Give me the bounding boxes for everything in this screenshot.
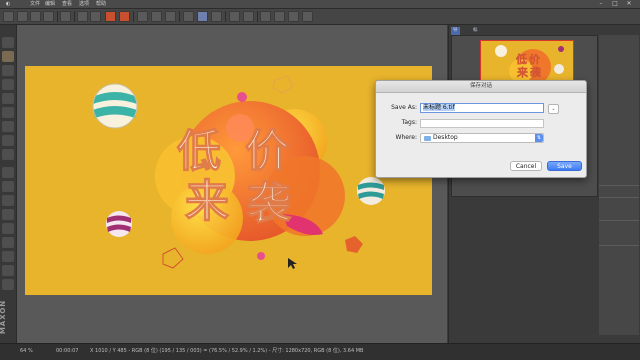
render-region-icon[interactable] — [105, 11, 116, 22]
title-char-2: 价 — [245, 126, 289, 177]
folder-icon — [424, 136, 431, 141]
maximize-icon[interactable]: □ — [610, 1, 620, 7]
tool-snap-icon[interactable] — [2, 223, 14, 234]
grid-icon[interactable] — [183, 11, 194, 22]
tool-array-icon[interactable] — [2, 93, 14, 104]
save-icon[interactable] — [30, 11, 41, 22]
tool-pen-icon[interactable] — [2, 65, 14, 76]
zoom-level[interactable]: 64 % — [20, 347, 33, 355]
export-icon[interactable] — [260, 11, 271, 22]
title-char-4: 袭 — [247, 178, 292, 229]
save-button[interactable]: Save — [547, 161, 582, 171]
tool-select-icon[interactable] — [2, 167, 14, 178]
save-as-label: Save As: — [391, 104, 417, 111]
gem-orange — [345, 236, 363, 253]
where-value: Desktop — [433, 134, 458, 141]
tool-axis-icon[interactable] — [2, 237, 14, 248]
tool-light-icon[interactable] — [2, 149, 14, 160]
chevron-down-icon: ⌄ — [551, 106, 556, 112]
close-icon[interactable]: ✕ — [624, 1, 634, 7]
striped-ball-teal — [92, 83, 138, 129]
filename-input[interactable]: 未标题 6.tif — [420, 103, 544, 113]
thumb-char-4: 袭 — [529, 65, 542, 79]
filter-icon[interactable] — [243, 11, 254, 22]
tab-navigator[interactable]: 导航器 — [451, 27, 460, 49]
tab-markers[interactable]: 标识 — [471, 27, 480, 41]
save-dialog: 保存对话 Save As: 未标题 6.tif ⌄ Tags: Where: D… — [375, 80, 587, 178]
wire-shape-left — [162, 247, 184, 269]
render-active-icon[interactable] — [119, 11, 130, 22]
tool-cube-icon[interactable] — [2, 51, 14, 62]
menu-bar: ◐ 文件 编辑 查看 选项 帮助 – □ ✕ — [0, 0, 640, 9]
left-toolbar: MAXON — [0, 25, 17, 343]
tags-label: Tags: — [401, 119, 417, 126]
cancel-button[interactable]: Cancel — [510, 161, 542, 171]
tool-camera-icon[interactable] — [2, 135, 14, 146]
menu-options[interactable]: 选项 — [79, 0, 89, 8]
striped-ball-right — [357, 177, 385, 205]
tool-move-icon[interactable] — [2, 37, 14, 48]
thumb-char-3: 来 — [516, 65, 529, 79]
play-icon[interactable] — [77, 11, 88, 22]
tool-lock-icon[interactable] — [2, 265, 14, 276]
menu-edit[interactable]: 编辑 — [45, 0, 55, 8]
filename-value: 未标题 6.tif — [423, 104, 455, 111]
small-ball-pink-top — [237, 92, 247, 102]
small-ball-pink-bottom — [257, 252, 265, 260]
render-icon[interactable] — [60, 11, 71, 22]
new-file-icon[interactable] — [3, 11, 14, 22]
help-icon[interactable] — [302, 11, 313, 22]
render-artwork: 低 价 来 袭 — [92, 75, 385, 269]
history-panel — [599, 35, 639, 335]
title-char-1: 低 — [177, 126, 221, 177]
layers-icon[interactable] — [211, 11, 222, 22]
toolbar — [0, 9, 640, 25]
thumb-char-2: 价 — [529, 53, 541, 66]
snapshot-icon[interactable] — [151, 11, 162, 22]
tool-deform-icon[interactable] — [2, 107, 14, 118]
where-select[interactable]: Desktop ⇅ — [420, 133, 544, 143]
title-char-3: 来 — [185, 176, 229, 227]
right-panel: 导航器 标识 低 价 来 袭 — [448, 25, 640, 343]
app-icon[interactable]: ◐ — [6, 0, 10, 8]
where-label: Where: — [395, 134, 417, 141]
info-icon[interactable] — [288, 11, 299, 22]
minimize-icon[interactable]: – — [596, 1, 606, 7]
channel-icon[interactable] — [229, 11, 240, 22]
tool-subdiv-icon[interactable] — [2, 79, 14, 90]
menu-file[interactable]: 文件 — [30, 0, 40, 8]
menu-view[interactable]: 查看 — [62, 0, 72, 8]
tool-polygons-icon[interactable] — [2, 209, 14, 220]
select-arrows-icon: ⇅ — [535, 134, 543, 142]
open-folder-icon[interactable] — [17, 11, 28, 22]
tags-input[interactable] — [420, 119, 544, 128]
thumb-char-1: 低 — [515, 52, 527, 66]
view-mode-icon[interactable] — [197, 11, 208, 22]
striped-ball-purple — [106, 211, 132, 237]
settings-icon[interactable] — [274, 11, 285, 22]
tool-points-icon[interactable] — [2, 181, 14, 192]
tool-edges-icon[interactable] — [2, 195, 14, 206]
render-canvas[interactable]: 低 价 来 袭 — [25, 66, 432, 295]
tool-workplane-icon[interactable] — [2, 251, 14, 262]
render-time: 00:00:07 — [56, 348, 79, 354]
menu-help[interactable]: 帮助 — [96, 0, 106, 8]
pixel-info: X 1010 / Y 485 - RGB (8 位) (195 / 135 / … — [90, 348, 364, 354]
history-icon[interactable] — [165, 11, 176, 22]
expand-dialog-button[interactable]: ⌄ — [548, 104, 559, 114]
maxon-logo: MAXON — [0, 299, 8, 335]
tool-scene-icon[interactable] — [2, 121, 14, 132]
stop-icon[interactable] — [90, 11, 101, 22]
wire-shape-top — [272, 75, 294, 94]
status-bar: 64 % 00:00:07 X 1010 / Y 485 - RGB (8 位)… — [0, 343, 640, 360]
compare-icon[interactable] — [137, 11, 148, 22]
mouse-cursor — [288, 258, 297, 269]
dialog-title: 保存对话 — [376, 81, 586, 93]
tool-grid-icon[interactable] — [2, 279, 14, 290]
save-as-icon[interactable] — [43, 11, 54, 22]
picture-viewer[interactable]: 低 价 来 袭 — [17, 25, 447, 343]
